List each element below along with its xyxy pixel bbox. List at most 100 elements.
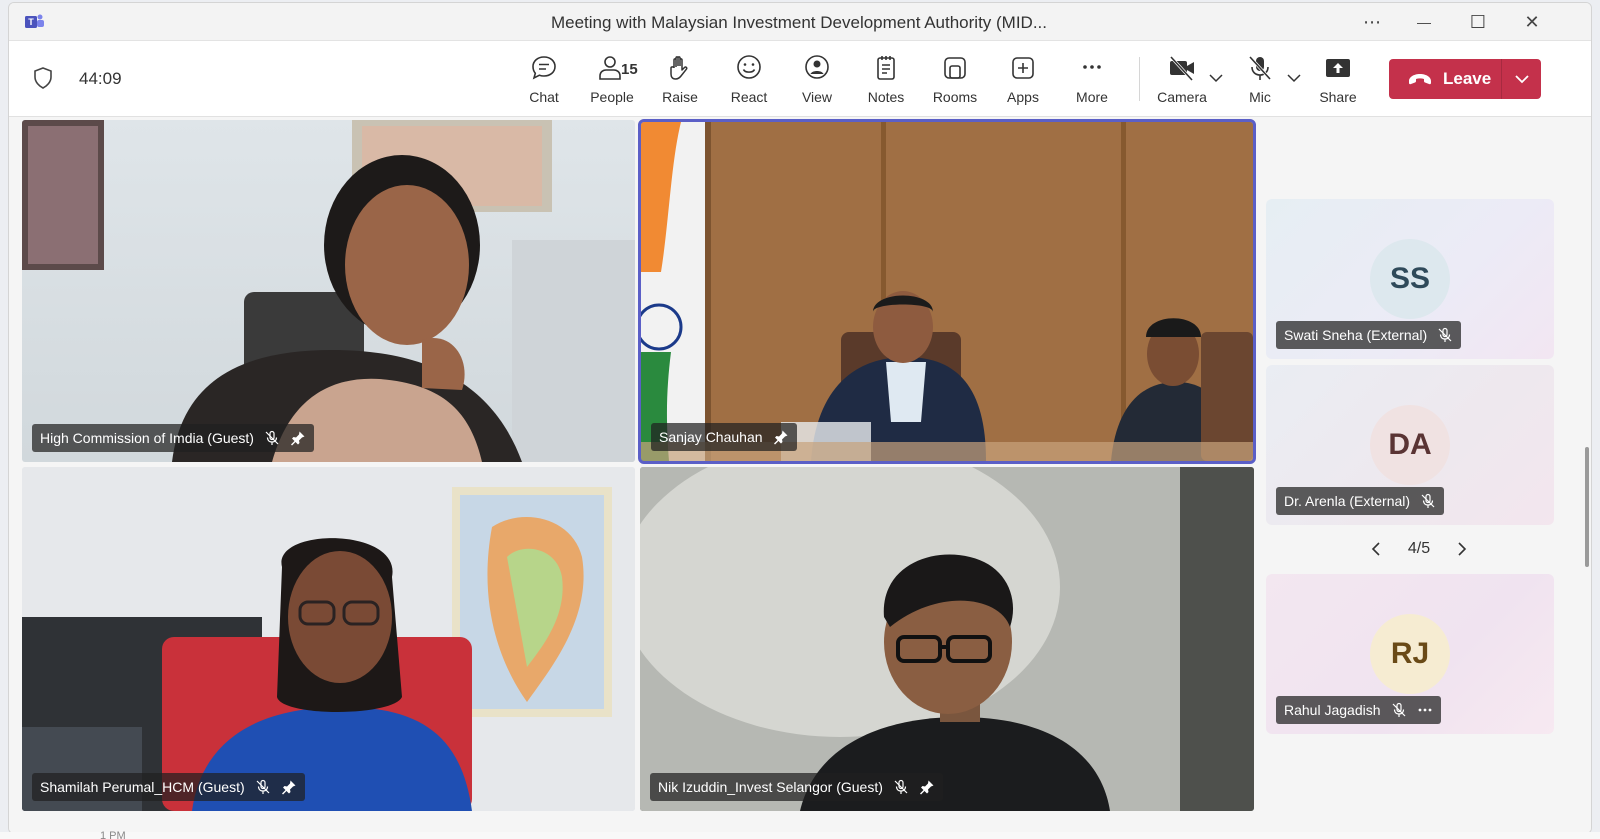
chat-icon <box>532 56 556 80</box>
mic-muted-icon <box>894 779 908 794</box>
participant-nameplate: Dr. Arenla (External) <box>1276 487 1445 515</box>
participant-nameplate: Rahul Jagadish <box>1276 696 1441 724</box>
participant-name: Shamilah Perumal_HCM (Guest) <box>40 779 245 795</box>
pin-icon[interactable] <box>773 429 789 445</box>
mic-off-icon <box>1248 55 1272 81</box>
pin-icon[interactable] <box>919 779 935 795</box>
video-tile-high-commission[interactable]: High Commission of Imdia (Guest) <box>22 120 635 462</box>
avatar: DA <box>1370 405 1450 485</box>
shield-icon[interactable] <box>33 67 53 89</box>
participant-nameplate: Shamilah Perumal_HCM (Guest) <box>32 773 305 801</box>
breakout-rooms-icon <box>944 57 966 79</box>
participant-video-frame <box>22 120 635 462</box>
close-icon: ✕ <box>1524 11 1540 32</box>
minimize-icon: — <box>1417 14 1431 30</box>
avatar: RJ <box>1370 614 1450 694</box>
people-count-badge: 15 <box>621 61 638 78</box>
people-label: People <box>590 89 634 105</box>
calendar-time-hint: 1 PM <box>100 830 126 839</box>
meeting-stage: High Commission of Imdia (Guest) Sanjay … <box>9 117 1591 833</box>
mic-muted-icon <box>1438 327 1452 342</box>
participant-nameplate: High Commission of Imdia (Guest) <box>32 424 314 452</box>
participant-video-frame <box>640 467 1254 811</box>
teams-meeting-window: T Meeting with Malaysian Investment Deve… <box>8 2 1592 834</box>
leave-main-action[interactable]: Leave <box>1389 59 1501 99</box>
svg-text:T: T <box>28 17 34 27</box>
title-bar: T Meeting with Malaysian Investment Deve… <box>9 3 1591 41</box>
more-label: More <box>1076 89 1108 105</box>
camera-off-icon <box>1169 55 1194 82</box>
react-label: React <box>730 89 768 105</box>
stage-scrollbar[interactable] <box>1585 447 1589 567</box>
share-screen-icon <box>1326 59 1350 77</box>
view-button[interactable]: View <box>786 53 848 109</box>
video-tile-sanjay-chauhan[interactable]: Sanjay Chauhan <box>638 119 1256 464</box>
camera-label: Camera <box>1157 89 1207 105</box>
people-button[interactable]: 15 People <box>581 53 643 109</box>
camera-button[interactable]: Camera <box>1151 53 1213 109</box>
share-label: Share <box>1319 89 1357 105</box>
video-tile-nik-izuddin[interactable]: Nik Izuddin_Invest Selangor (Guest) <box>640 467 1254 811</box>
teams-logo-icon: T <box>25 14 44 28</box>
apps-button[interactable]: Apps <box>992 53 1054 109</box>
participant-name: Swati Sneha (External) <box>1284 327 1428 343</box>
minimize-button[interactable]: — <box>1404 9 1444 35</box>
avatar-tile-rahul-jagadish[interactable]: RJ Rahul Jagadish <box>1266 574 1554 734</box>
participant-nameplate: Sanjay Chauhan <box>651 423 797 451</box>
leave-label: Leave <box>1443 69 1492 88</box>
participant-name: Sanjay Chauhan <box>659 429 763 445</box>
mic-button[interactable]: Mic <box>1229 53 1291 109</box>
participant-name: Rahul Jagadish <box>1284 702 1381 718</box>
participant-name: High Commission of Imdia (Guest) <box>40 430 254 446</box>
participant-more-options-icon[interactable] <box>1417 702 1433 718</box>
chevron-left-icon[interactable] <box>1369 541 1383 557</box>
avatar-tile-dr-arenla[interactable]: DA Dr. Arenla (External) <box>1266 365 1554 525</box>
avatar-tile-swati-sneha[interactable]: SS Swati Sneha (External) <box>1266 199 1554 359</box>
background-calendar-strip: 1 PM <box>0 830 1600 839</box>
meeting-timer: 44:09 <box>79 69 122 88</box>
chevron-down-icon <box>1514 75 1529 84</box>
pin-icon[interactable] <box>290 430 306 446</box>
pin-icon[interactable] <box>281 779 297 795</box>
raise-label: Raise <box>662 89 698 105</box>
apps-label: Apps <box>1007 89 1039 105</box>
chat-label: Chat <box>529 89 559 105</box>
video-tile-shamilah-perumal[interactable]: Shamilah Perumal_HCM (Guest) <box>22 467 635 811</box>
mic-muted-icon <box>1421 493 1435 508</box>
notes-label: Notes <box>867 89 905 105</box>
participant-nameplate: Swati Sneha (External) <box>1276 321 1462 349</box>
share-button[interactable]: Share <box>1307 53 1369 109</box>
meeting-toolbar: 44:09 Chat 15 People Raise React View No… <box>9 41 1591 117</box>
raise-hand-button[interactable]: Raise <box>649 53 711 109</box>
smiley-icon <box>737 55 761 79</box>
mic-muted-icon <box>265 430 279 445</box>
leave-button[interactable]: Leave <box>1389 59 1541 99</box>
participant-nameplate: Nik Izuddin_Invest Selangor (Guest) <box>650 773 943 801</box>
maximize-button[interactable]: ☐ <box>1458 9 1498 35</box>
camera-options-chevron-icon[interactable] <box>1207 71 1225 85</box>
view-label: View <box>801 89 833 105</box>
hang-up-icon <box>1409 74 1431 85</box>
participant-video-frame <box>641 122 1253 461</box>
react-button[interactable]: React <box>718 53 780 109</box>
notes-button[interactable]: Notes <box>855 53 917 109</box>
participant-name: Nik Izuddin_Invest Selangor (Guest) <box>658 779 883 795</box>
mic-label: Mic <box>1249 89 1271 105</box>
leave-options-dropdown[interactable] <box>1502 59 1541 99</box>
maximize-icon: ☐ <box>1469 11 1487 32</box>
chevron-right-icon[interactable] <box>1455 541 1469 557</box>
view-icon <box>805 55 829 79</box>
more-options-button[interactable]: ⋯ <box>1352 9 1392 35</box>
pager-text: 4/5 <box>1407 540 1431 557</box>
more-options-icon: ⋯ <box>1363 11 1381 32</box>
mic-options-chevron-icon[interactable] <box>1285 71 1303 85</box>
rooms-button[interactable]: Rooms <box>924 53 986 109</box>
close-button[interactable]: ✕ <box>1512 9 1552 35</box>
toolbar-divider <box>1139 57 1140 101</box>
gallery-pager: 4/5 <box>1369 537 1469 561</box>
raise-hand-icon <box>670 56 688 80</box>
mic-muted-icon <box>1392 702 1405 717</box>
more-button[interactable]: More <box>1061 53 1123 109</box>
more-dots-icon <box>1083 65 1101 69</box>
chat-button[interactable]: Chat <box>513 53 575 109</box>
